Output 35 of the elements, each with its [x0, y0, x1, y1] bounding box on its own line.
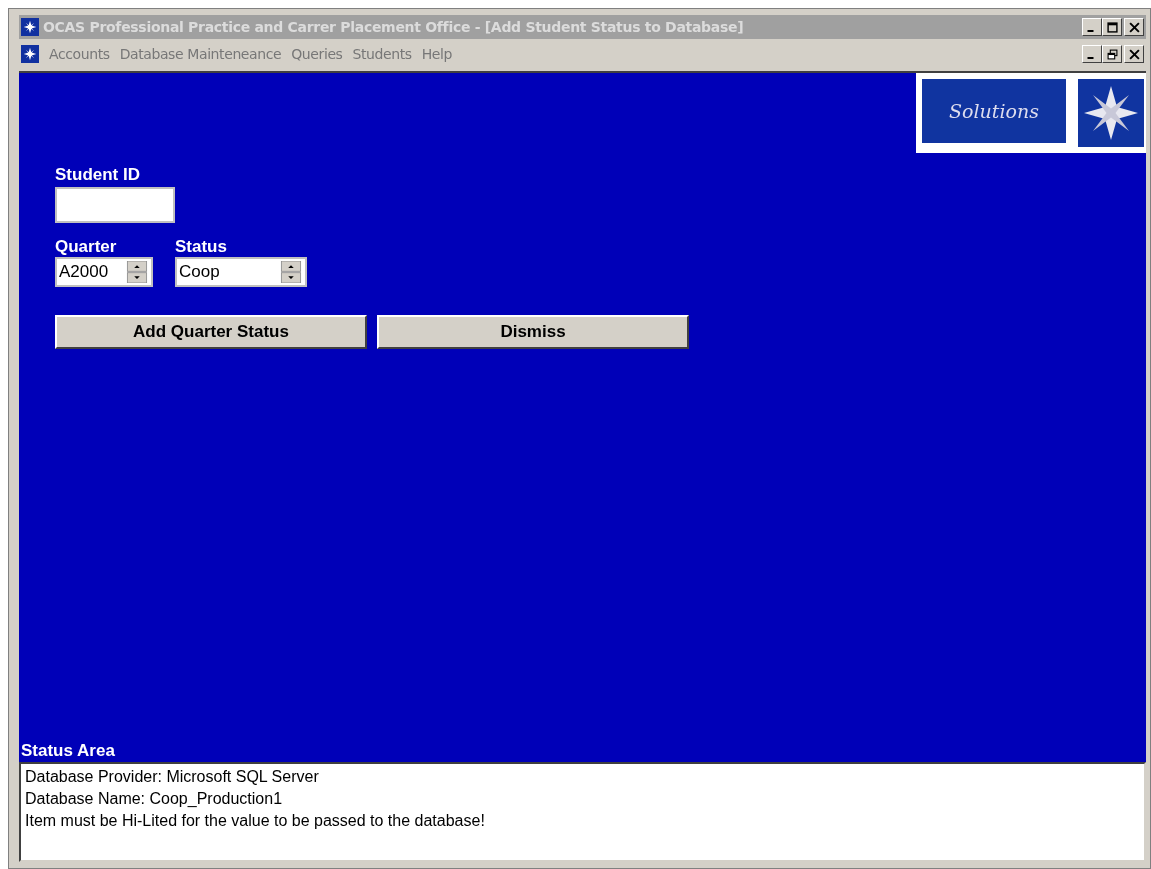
restore-button[interactable]: [1102, 45, 1122, 63]
close-button[interactable]: [1124, 18, 1144, 36]
quarter-spinner[interactable]: A2000: [55, 257, 153, 287]
window-title: OCAS Professional Practice and Carrer Placement Office - [Add Student Status to Database]: [43, 19, 744, 35]
spin-arrows-icon: [280, 261, 302, 283]
maximize-icon: [1106, 21, 1118, 33]
app-icon: [23, 20, 37, 34]
menu-item[interactable]: Help: [421, 46, 453, 62]
menu-item[interactable]: Queries: [291, 46, 343, 62]
restore-icon: [1106, 48, 1118, 60]
field-label: Status: [175, 237, 228, 257]
minimize-icon: [1087, 29, 1094, 32]
status-spinner[interactable]: Coop: [175, 257, 307, 287]
status-line: Item must be Hi-Lited for the value to be passed to the database!: [25, 811, 486, 831]
document-icon: [23, 47, 37, 61]
status-line: Database Name: Coop_Production1: [25, 789, 284, 809]
logo-text: Solutions: [922, 79, 1066, 143]
maximize-button[interactable]: [1102, 18, 1122, 36]
spin-arrows-icon: [126, 261, 148, 283]
dismiss-button[interactable]: Dismiss: [377, 315, 689, 349]
student-id-field[interactable]: [55, 187, 175, 223]
minimize-button[interactable]: [1082, 18, 1102, 36]
minimize-icon: [1087, 56, 1094, 59]
status-area-label: Status Area: [20, 740, 116, 762]
menu-item[interactable]: Students: [352, 46, 412, 62]
field-label: Quarter: [55, 237, 118, 257]
close-icon: [1128, 21, 1140, 33]
status-line: Database Provider: Microsoft SQL Server: [25, 767, 320, 787]
menu-item[interactable]: Accounts: [49, 46, 110, 62]
close-button[interactable]: [1124, 45, 1144, 63]
menu-item[interactable]: Database Mainteneance: [119, 46, 282, 62]
minimize-button[interactable]: [1082, 45, 1102, 63]
field-label: Student ID: [55, 165, 140, 185]
close-icon: [1128, 48, 1140, 60]
add-status-button[interactable]: Add Quarter Status: [55, 315, 367, 349]
